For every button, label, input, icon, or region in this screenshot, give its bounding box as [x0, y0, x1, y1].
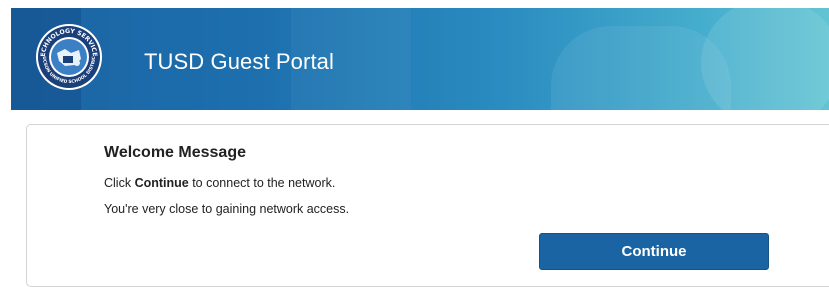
tusd-seal-logo-icon: TECHNOLOGY SERVICES TUCSON UNIFIED SCHOO… — [35, 23, 102, 90]
welcome-subtext: You're very close to gaining network acc… — [104, 202, 350, 216]
welcome-title: Welcome Message — [104, 144, 246, 161]
welcome-instruction: Click Continue to connect to the network… — [104, 176, 335, 190]
header-banner: TECHNOLOGY SERVICES TUCSON UNIFIED SCHOO… — [11, 8, 829, 110]
instruction-prefix: Click — [104, 176, 135, 190]
portal-title: TUSD Guest Portal — [144, 49, 334, 74]
continue-button[interactable]: Continue — [539, 233, 769, 270]
instruction-continue-emphasis: Continue — [134, 176, 189, 190]
instruction-suffix: to connect to the network. — [188, 176, 336, 190]
banner-decoration — [701, 8, 829, 110]
welcome-card: Welcome Message Click Continue to connec… — [26, 124, 829, 287]
